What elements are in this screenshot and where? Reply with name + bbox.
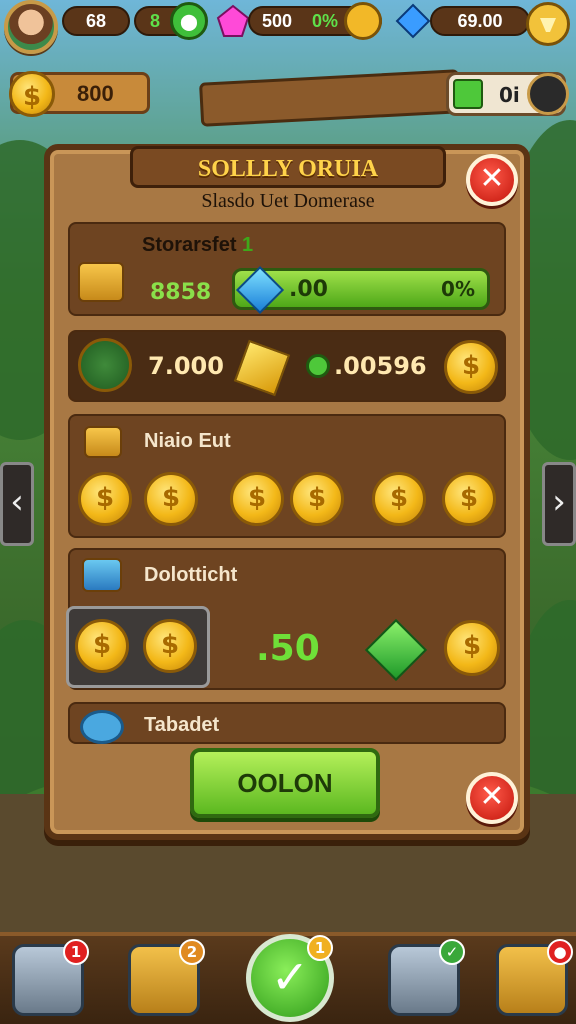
shop-icon[interactable] [526,2,570,46]
nav-crate-button[interactable]: 2 [128,939,205,1016]
treasure-chest-icon [78,262,124,302]
section-values-a: 7.000 [148,352,224,380]
section-storage-amount: 8858 [150,280,212,305]
nav-build-badge: 1 [63,939,89,965]
resource-counter-value: 0i [499,83,520,107]
selected-coin-box[interactable]: $ $ [66,606,210,688]
coin-1[interactable]: $ [78,472,132,526]
hud-gem-value: 500 [262,10,293,31]
top-hud: 68 8 ⬤ 500 0% 69.00 [0,0,576,54]
center-confirm-button[interactable]: ✓ 1 [246,934,334,1022]
section-bonus-label: Dolotticht [144,564,238,586]
close-button-bottom[interactable]: ✕ [466,772,518,824]
hud-level-value: 68 [85,10,107,31]
gold-bar-icon [233,339,291,397]
coin-counter[interactable]: $ 800 [9,71,150,117]
section-storage-label: Storarsfet [142,234,237,256]
close-button-top[interactable]: ✕ [466,154,518,206]
section-coins: Niaio Eut $ $ $ $ $ $ [68,414,506,538]
gold-coin-icon: $ [444,340,498,394]
progress-bar-text: .00 [289,277,328,302]
coin-2[interactable]: $ [144,472,198,526]
bonus-coin-icon: $ [444,620,500,676]
section-bonus-value: .50 [256,628,320,669]
nav-dice-badge: ✓ [439,939,465,965]
wooden-banner [199,69,461,127]
small-gold-icon [84,426,122,458]
nav-crate-badge: 2 [179,939,205,965]
green-cube-icon [453,79,483,109]
section-values-b: .00596 [334,352,427,380]
previous-arrow-button[interactable]: ‹ [0,462,34,546]
resource-counter[interactable]: 0i [446,72,569,116]
nav-build-button[interactable]: 1 [12,939,89,1016]
energy-icon[interactable]: ⬤ [170,2,208,40]
next-arrow-button[interactable]: › [542,462,576,546]
box-coin-2: $ [143,619,197,673]
section-table-label: Tabadet [144,714,220,736]
blue-gem-icon[interactable] [394,2,432,40]
hud-energy-value: 8 [150,10,161,31]
coin-5[interactable]: $ [372,472,426,526]
green-gem-icon [364,618,428,682]
coin-3[interactable]: $ [230,472,284,526]
coin-4[interactable]: $ [290,472,344,526]
pickaxe-icon [527,73,569,115]
center-confirm-badge: 1 [307,935,333,961]
green-emblem-icon [78,338,132,392]
nav-dice-button[interactable]: ✓ [388,939,465,1016]
coin-icon[interactable] [344,2,382,40]
panel-title: SOLLLY ORUIA [130,146,446,188]
nav-tools-button[interactable]: ● [496,939,573,1016]
blue-gem-icon-bar [235,265,285,315]
progress-bar-percent: 0% [441,277,475,301]
player-avatar[interactable] [4,0,58,54]
hud-gem-pct: 0% [312,10,339,31]
nav-tools-badge: ● [547,939,573,965]
section-table: Tabadet [68,702,506,744]
coin-6[interactable]: $ [442,472,496,526]
pink-gem-icon[interactable] [214,2,252,40]
hud-money-value: 69.00 [457,10,503,31]
hud-money-pill: 69.00 [430,6,530,36]
hud-level-pill: 68 [62,6,130,36]
panel-subtitle: Slasdo Uet Domerase [201,190,375,212]
green-dot-icon [306,354,330,378]
coin-counter-value: 800 [77,81,114,106]
section-storage-number: 1 [242,234,254,256]
confirm-button[interactable]: OOLON [190,748,380,818]
section-values: 7.000 .00596 $ [68,330,506,402]
coin-counter-icon: $ [9,71,55,117]
section-coins-label: Niaio Eut [144,430,231,452]
box-coin-1: $ [75,619,129,673]
storage-progress-bar: .00 0% [232,265,490,315]
bowl-icon [80,710,124,744]
blue-chest-icon [82,558,122,592]
